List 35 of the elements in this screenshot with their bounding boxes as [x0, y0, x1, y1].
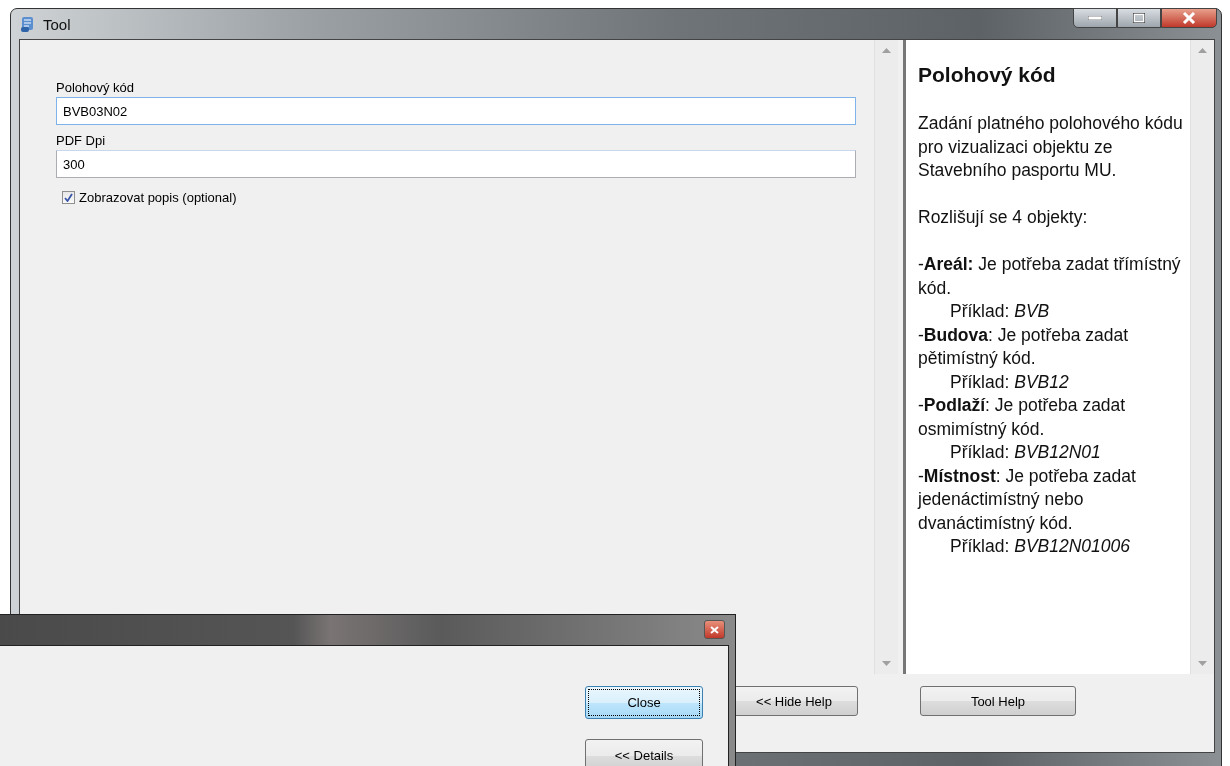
help-button[interactable]: Tool Help [920, 686, 1076, 716]
window-title: Tool [43, 15, 71, 33]
close-button[interactable]: Close [585, 686, 703, 719]
help-example: Příklad: BVB12N01 [950, 441, 1102, 464]
help-entry: -Podlaží: Je potřeba zadat osmimístný kód. [918, 394, 1127, 441]
scrollbar[interactable] [874, 40, 898, 674]
scroll-up-icon[interactable] [1198, 48, 1207, 53]
help-entry: -Místnost: Je potřeba zadat jedenáctimístný nebo dvanáctimístný kód. [918, 464, 1137, 535]
scroll-down-icon[interactable] [1198, 661, 1207, 666]
checkbox-label: Zobrazovat popis (optional) [79, 190, 237, 205]
close-button[interactable] [1161, 8, 1217, 28]
input-field[interactable]: 300 [56, 150, 856, 178]
maximize-button[interactable] [1117, 8, 1161, 28]
help-entry: -Budova: Je potřeba zadat pětimístný kód. [918, 323, 1130, 370]
close-icon [1182, 12, 1196, 24]
help-example: Příklad: BVB [950, 300, 1051, 323]
minimize-button[interactable] [1073, 8, 1117, 28]
minimize-icon [1088, 16, 1102, 20]
input-field[interactable]: BVB03N02 [56, 97, 856, 125]
scroll-up-icon[interactable] [882, 48, 891, 53]
close-button[interactable] [704, 620, 725, 639]
help-heading: Polohový kód [918, 62, 1057, 88]
close-icon [710, 625, 719, 634]
details-button[interactable]: << Details [585, 739, 703, 766]
field-label: Polohový kód [56, 80, 136, 95]
help-entry: -Areál: Je potřeba zadat třímístný kód. [918, 253, 1182, 300]
maximize-icon [1133, 13, 1145, 23]
scroll-down-icon[interactable] [882, 661, 891, 666]
checkbox[interactable] [62, 191, 75, 204]
help-example: Příklad: BVB12 [950, 370, 1070, 394]
help-paragraph: Zadání platného polohového kódu pro vizualizaci objektu ze Stavebního pasportu MU. [918, 112, 1184, 182]
help-paragraph: Rozlišují se 4 objekty: [918, 206, 1089, 229]
help-example: Příklad: BVB12N01006 [950, 535, 1131, 558]
field-label: PDF Dpi [56, 133, 107, 148]
scrollbar[interactable] [1190, 40, 1214, 674]
